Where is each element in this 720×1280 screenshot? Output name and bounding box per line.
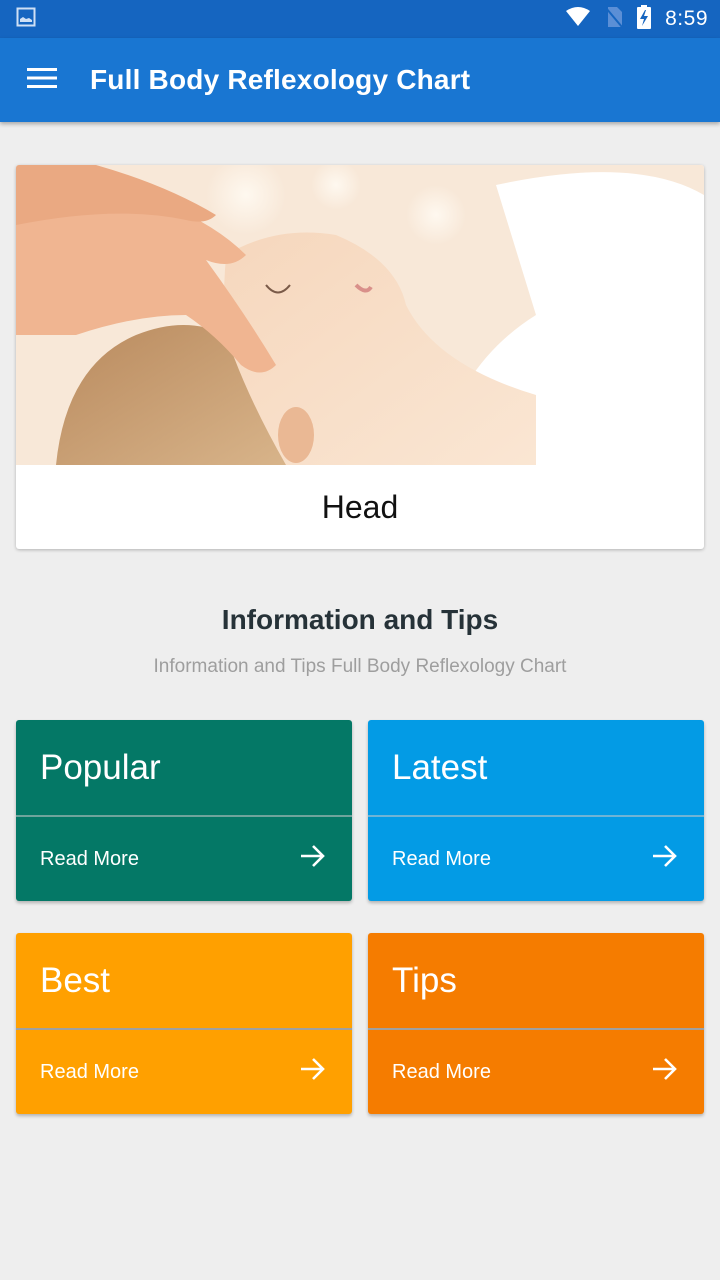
image-notification-icon bbox=[16, 7, 36, 32]
arrow-right-icon bbox=[652, 1057, 678, 1087]
app-bar: Full Body Reflexology Chart bbox=[0, 38, 720, 122]
tile-popular[interactable]: Popular Read More bbox=[16, 720, 352, 901]
hamburger-menu-icon bbox=[27, 67, 57, 94]
tile-title: Latest bbox=[392, 747, 488, 787]
read-more-label: Read More bbox=[392, 1060, 491, 1083]
tile-title: Popular bbox=[40, 747, 161, 787]
hero-card-head[interactable]: Head bbox=[16, 165, 704, 549]
no-sim-icon bbox=[605, 6, 623, 33]
read-more-button[interactable]: Read More bbox=[16, 817, 352, 901]
read-more-button[interactable]: Read More bbox=[368, 817, 704, 901]
tile-best[interactable]: Best Read More bbox=[16, 933, 352, 1114]
tile-title: Best bbox=[40, 960, 111, 1000]
hero-image bbox=[16, 165, 704, 465]
read-more-label: Read More bbox=[392, 847, 491, 870]
read-more-label: Read More bbox=[40, 1060, 139, 1083]
menu-button[interactable] bbox=[0, 38, 84, 122]
tile-title: Tips bbox=[392, 960, 457, 1000]
hero-caption: Head bbox=[321, 488, 399, 525]
app-title: Full Body Reflexology Chart bbox=[90, 64, 471, 95]
arrow-right-icon bbox=[300, 844, 326, 874]
read-more-label: Read More bbox=[40, 847, 139, 870]
read-more-button[interactable]: Read More bbox=[368, 1030, 704, 1114]
massage-photo-illustration bbox=[16, 165, 704, 465]
arrow-right-icon bbox=[652, 844, 678, 874]
battery-charging-icon bbox=[637, 4, 652, 34]
arrow-right-icon bbox=[300, 1057, 326, 1087]
wifi-icon bbox=[565, 6, 591, 32]
tile-tips[interactable]: Tips Read More bbox=[368, 933, 704, 1114]
tile-latest[interactable]: Latest Read More bbox=[368, 720, 704, 901]
status-time: 8:59 bbox=[665, 7, 708, 30]
section-subtitle: Information and Tips Full Body Reflexolo… bbox=[153, 656, 567, 677]
read-more-button[interactable]: Read More bbox=[16, 1030, 352, 1114]
section-title: Information and Tips bbox=[221, 604, 499, 635]
status-bar: 8:59 bbox=[0, 0, 720, 38]
